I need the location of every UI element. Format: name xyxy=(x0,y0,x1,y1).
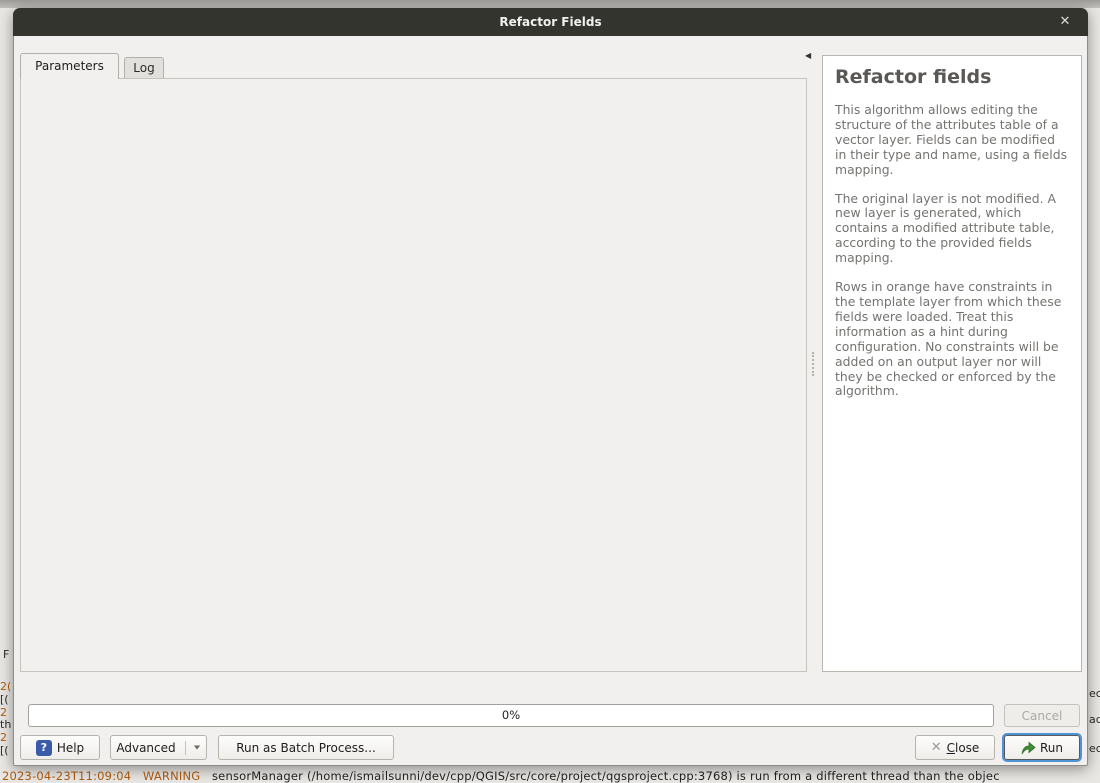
tab-parameters[interactable]: Parameters xyxy=(20,53,119,79)
log-fragment: F xyxy=(3,648,9,661)
help-button-label: Help xyxy=(57,741,84,755)
close-window-icon[interactable]: ✕ xyxy=(1056,14,1074,30)
chevron-down-icon xyxy=(193,746,199,750)
log-level: WARNING xyxy=(143,769,201,783)
run-as-batch-button[interactable]: Run as Batch Process... xyxy=(218,735,394,760)
log-fragment: ec xyxy=(1089,687,1100,700)
desktop-top-strip xyxy=(0,0,1100,8)
log-fragment: ec xyxy=(1089,742,1100,755)
cancel-button: Cancel xyxy=(1004,704,1080,727)
tab-log[interactable]: Log xyxy=(124,57,164,79)
log-message-line: 2023-04-23T11:09:04 WARNING sensorManage… xyxy=(2,769,1100,783)
dialog-title: Refactor Fields xyxy=(13,8,1088,36)
help-panel: Refactor fields This algorithm allows ed… xyxy=(822,55,1082,672)
collapse-help-panel-icon[interactable]: ◀ xyxy=(805,51,811,60)
run-arrow-icon xyxy=(1021,741,1036,755)
log-fragment: 2 xyxy=(0,731,7,744)
run-button-label: Run xyxy=(1040,741,1063,755)
close-button[interactable]: ✕ Close xyxy=(915,735,995,760)
help-paragraph: This algorithm allows editing the struct… xyxy=(835,103,1069,178)
log-fragment: ad xyxy=(1089,713,1100,726)
help-paragraph: The original layer is not modified. A ne… xyxy=(835,192,1069,267)
parameters-panel xyxy=(20,78,807,672)
button-divider xyxy=(185,741,186,755)
run-button[interactable]: Run xyxy=(1004,735,1080,760)
help-button[interactable]: ? Help xyxy=(20,735,100,760)
close-x-icon: ✕ xyxy=(931,740,942,755)
log-fragment: [( xyxy=(0,744,9,757)
log-timestamp: 2023-04-23T11:09:04 xyxy=(2,769,131,783)
log-fragment: th xyxy=(0,718,11,731)
help-title: Refactor fields xyxy=(835,66,1069,88)
log-text: sensorManager (/home/ismailsunni/dev/cpp… xyxy=(212,769,1000,783)
help-question-icon: ? xyxy=(36,740,52,756)
advanced-button-label: Advanced xyxy=(116,741,175,755)
dialog-titlebar[interactable]: Refactor Fields ✕ xyxy=(13,8,1088,36)
help-paragraph: Rows in orange have constraints in the t… xyxy=(835,280,1069,399)
progress-bar: 0% xyxy=(28,704,994,727)
log-fragment: 2( xyxy=(0,680,11,693)
close-button-label: Close xyxy=(947,741,980,755)
panel-splitter-handle[interactable] xyxy=(812,352,815,376)
advanced-button[interactable]: Advanced xyxy=(110,735,207,760)
log-fragment: [( xyxy=(0,693,9,706)
